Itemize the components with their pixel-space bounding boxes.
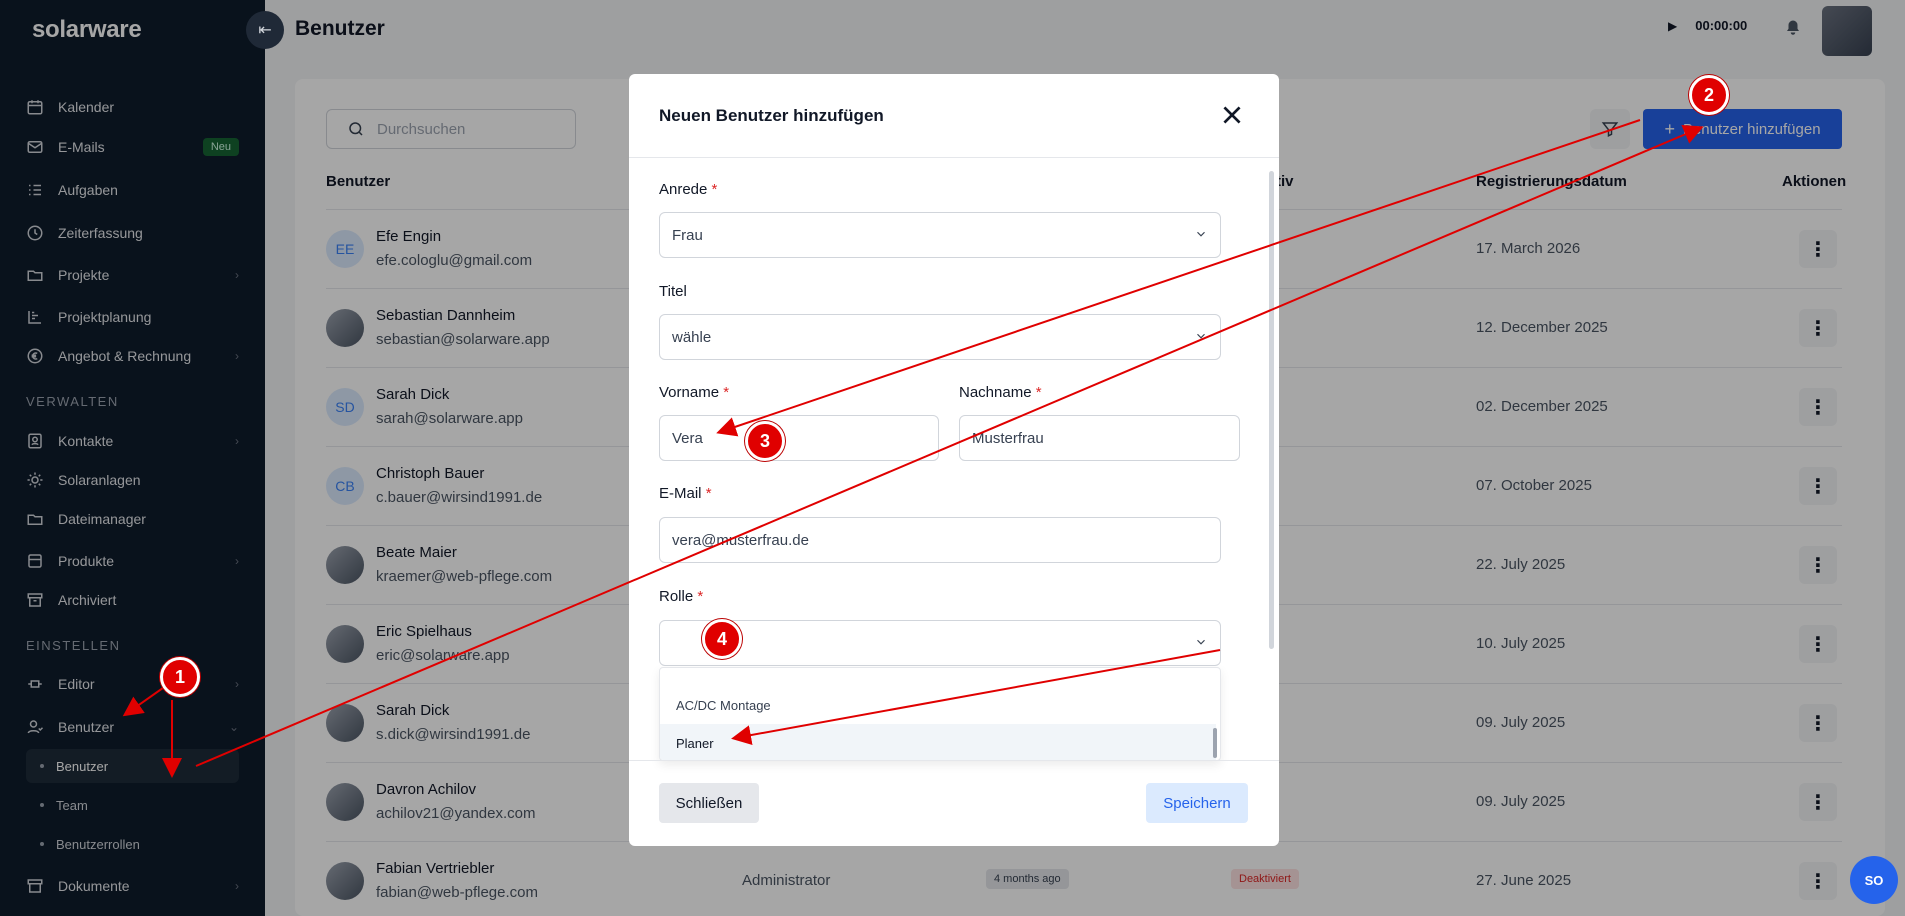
annotation-marker-2: 2	[1689, 75, 1729, 115]
chevron-down-icon	[1197, 333, 1205, 339]
annotation-marker-3: 3	[745, 421, 785, 461]
vorname-field[interactable]: Vera	[659, 415, 939, 461]
label-text: E-Mail	[659, 485, 702, 502]
modal-title: Neuen Benutzer hinzufügen	[659, 106, 884, 125]
email-field[interactable]: vera@musterfrau.de	[659, 517, 1221, 563]
email-value: vera@musterfrau.de	[672, 531, 809, 549]
anrede-select[interactable]: Frau	[659, 212, 1221, 258]
rolle-label: Rolle *	[659, 588, 703, 605]
label-text: Rolle	[659, 588, 694, 605]
role-option-planer[interactable]: Planer	[660, 724, 1216, 760]
required-mark: *	[1035, 384, 1042, 401]
email-label: E-Mail *	[659, 485, 712, 502]
label-text: Anrede	[659, 181, 708, 198]
nachname-label: Nachname *	[959, 384, 1042, 401]
titel-select[interactable]: wähle	[659, 314, 1221, 360]
chevron-down-icon	[1197, 639, 1205, 645]
annotation-marker-4: 4	[702, 619, 742, 659]
add-user-modal: Neuen Benutzer hinzufügen Anrede * Frau …	[629, 74, 1279, 846]
required-mark: *	[705, 485, 712, 502]
vorname-value: Vera	[672, 429, 703, 447]
role-option-acdc-montage[interactable]: AC/DC Montage	[660, 686, 1216, 724]
close-button[interactable]: Schließen	[659, 783, 759, 823]
required-mark: *	[723, 384, 730, 401]
vorname-label: Vorname *	[659, 384, 729, 401]
support-chat-button[interactable]: SO	[1850, 856, 1898, 904]
role-dropdown: AC/DC Montage Planer	[659, 667, 1221, 761]
divider	[629, 157, 1279, 158]
close-icon[interactable]	[1219, 102, 1245, 128]
nachname-field[interactable]: Musterfrau	[959, 415, 1240, 461]
chevron-down-icon	[1197, 231, 1205, 237]
divider	[629, 760, 1279, 761]
required-mark: *	[697, 588, 704, 605]
titel-value: wähle	[672, 328, 712, 346]
label-text: Nachname	[959, 384, 1032, 401]
required-mark: *	[711, 181, 718, 198]
label-text: Vorname	[659, 384, 720, 401]
titel-label: Titel	[659, 283, 687, 300]
save-button[interactable]: Speichern	[1146, 783, 1248, 823]
dropdown-scrollbar[interactable]	[1213, 728, 1217, 758]
nachname-value: Musterfrau	[972, 429, 1044, 447]
annotation-marker-1: 1	[160, 657, 200, 697]
modal-scrollbar[interactable]	[1269, 171, 1274, 649]
collapse-icon: ⇤	[258, 22, 272, 39]
rolle-select[interactable]	[659, 620, 1221, 666]
anrede-value: Frau	[672, 226, 703, 244]
collapse-sidebar-button[interactable]: ⇤	[246, 11, 284, 49]
anrede-label: Anrede *	[659, 181, 717, 198]
